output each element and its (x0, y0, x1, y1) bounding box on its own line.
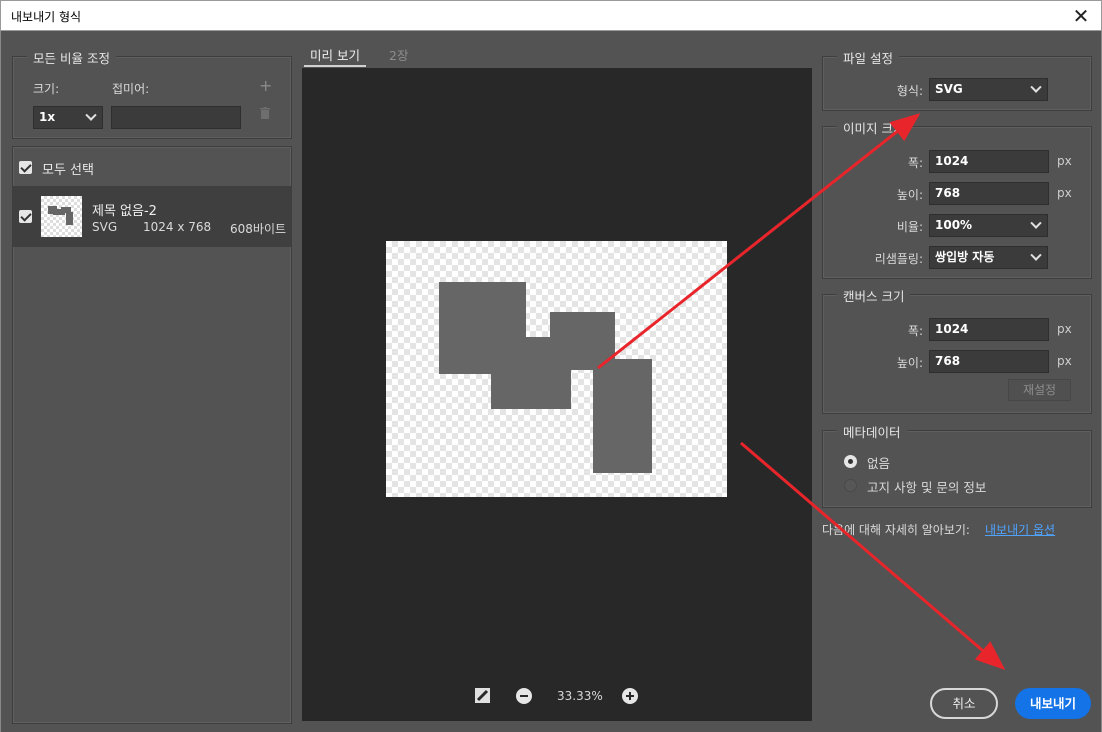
select-all-checkbox[interactable] (19, 161, 32, 174)
metadata-radio-copyright[interactable] (844, 479, 857, 492)
zoom-out-icon[interactable] (516, 688, 532, 707)
scale-label: 비율: (896, 220, 923, 234)
size-label: 크기: (33, 82, 60, 96)
canvas-size-group: 캔버스 크기 폭: 1024 px 높이: 768 px 재설정 (822, 286, 1092, 414)
canvas-size-legend: 캔버스 크기 (837, 286, 911, 305)
metadata-option-none: 없음 (867, 456, 891, 471)
item-name: 제목 없음-2 (92, 204, 157, 219)
chevron-down-icon (85, 109, 97, 121)
format-value: SVG (935, 82, 963, 96)
scale-size-value: 1x (39, 110, 56, 124)
scale-group-legend: 모든 비율 조정 (27, 48, 116, 67)
export-button[interactable]: 내보내기 (1015, 688, 1091, 719)
item-format: SVG (92, 220, 118, 234)
metadata-group: 메타데이터 없음 고지 사항 및 문의 정보 (822, 422, 1092, 508)
zoom-level: 33.33% (557, 689, 603, 703)
format-select[interactable]: SVG (929, 78, 1048, 101)
image-height-unit: px (1057, 186, 1072, 200)
canvas-width-label: 폭: (907, 324, 923, 338)
canvas-height-input[interactable]: 768 (929, 350, 1049, 373)
tab-2x[interactable]: 2장 (389, 45, 408, 64)
metadata-legend: 메타데이터 (837, 422, 907, 441)
item-filesize: 608바이트 (230, 222, 287, 236)
image-size-legend: 이미지 크기 (837, 118, 911, 137)
metadata-option-copyright: 고지 사항 및 문의 정보 (867, 480, 987, 495)
add-scale-icon[interactable]: + (259, 76, 272, 95)
scale-value: 100% (935, 218, 973, 232)
close-icon[interactable]: ✕ (1069, 4, 1093, 28)
dialog-body: 모든 비율 조정 크기: 접미어: + 1x 모두 선택 제목 없음-2 SVG… (0, 31, 1102, 732)
fit-icon[interactable] (474, 687, 491, 707)
select-all-label: 모두 선택 (42, 163, 94, 178)
metadata-radio-none[interactable] (844, 455, 857, 468)
scale-size-select[interactable]: 1x (33, 106, 103, 129)
item-thumbnail (41, 196, 82, 237)
canvas-width-input[interactable]: 1024 (929, 318, 1049, 341)
window-title: 내보내기 형식 (11, 10, 82, 24)
reset-button[interactable]: 재설정 (1008, 379, 1071, 401)
layer-list-panel: 모두 선택 제목 없음-2 SVG 1024 x 768 608바이트 (12, 146, 292, 724)
canvas-height-label: 높이: (896, 356, 923, 370)
learn-more-text: 다음에 대해 자세히 알아보기: (822, 523, 970, 537)
item-dimensions: 1024 x 768 (143, 220, 212, 234)
image-height-input[interactable]: 768 (929, 182, 1049, 205)
suffix-label: 접미어: (112, 82, 150, 96)
list-item[interactable]: 제목 없음-2 SVG 1024 x 768 608바이트 (13, 186, 291, 247)
format-label: 형식: (896, 84, 923, 98)
image-width-unit: px (1057, 154, 1072, 168)
resample-label: 리샘플링: (874, 252, 923, 266)
scale-group: 모든 비율 조정 크기: 접미어: + 1x (12, 48, 292, 139)
image-height-label: 높이: (896, 188, 923, 202)
cancel-button[interactable]: 취소 (930, 688, 998, 719)
zoom-in-icon[interactable] (622, 688, 638, 707)
chevron-down-icon (1030, 217, 1042, 229)
chevron-down-icon (1030, 81, 1042, 93)
image-width-input[interactable]: 1024 (929, 150, 1049, 173)
title-bar: 내보내기 형식 ✕ (0, 0, 1102, 31)
learn-more-link[interactable]: 내보내기 옵션 (985, 521, 1055, 538)
image-size-group: 이미지 크기 폭: 1024 px 높이: 768 px 비율: 100% 리샘… (822, 118, 1092, 279)
chevron-down-icon (1030, 249, 1042, 261)
file-settings-group: 파일 설정 형식: SVG (822, 48, 1092, 111)
preview-area: 33.33% (302, 68, 812, 721)
preview-canvas (386, 241, 727, 497)
scale-select[interactable]: 100% (929, 214, 1048, 237)
item-checkbox[interactable] (19, 210, 32, 223)
tab-preview[interactable]: 미리 보기 (310, 45, 360, 64)
suffix-input[interactable] (111, 106, 241, 129)
resample-value: 쌍입방 자동 (935, 250, 995, 264)
file-settings-legend: 파일 설정 (837, 48, 899, 67)
tab-preview-underline (304, 65, 366, 67)
trash-icon[interactable] (259, 107, 271, 123)
canvas-height-unit: px (1057, 354, 1072, 368)
resample-select[interactable]: 쌍입방 자동 (929, 246, 1048, 269)
canvas-width-unit: px (1057, 322, 1072, 336)
preview-shape (593, 359, 652, 473)
image-width-label: 폭: (907, 156, 923, 170)
